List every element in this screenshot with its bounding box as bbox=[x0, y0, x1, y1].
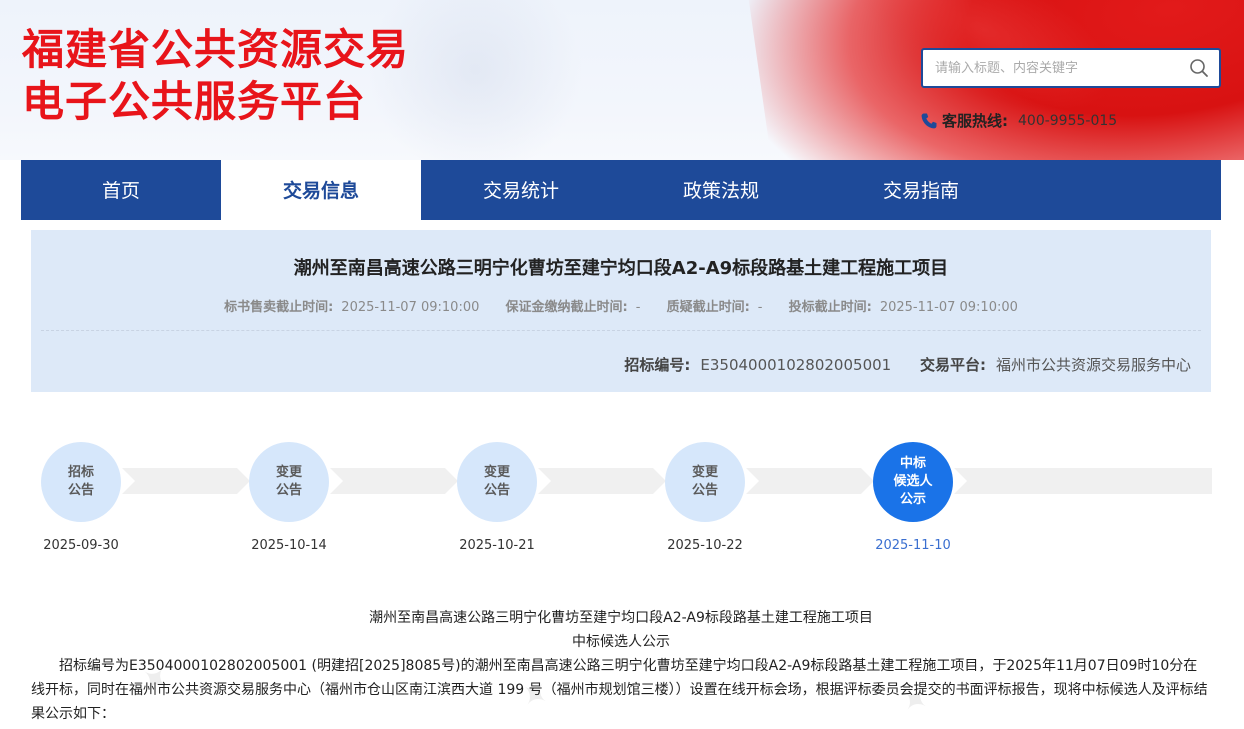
timeline-arrow bbox=[330, 468, 458, 494]
main-nav: 首页 交易信息 交易统计 政策法规 交易指南 bbox=[21, 160, 1221, 220]
site-title-line1: 福建省公共资源交易 bbox=[22, 25, 410, 74]
step-label: 招标 bbox=[67, 465, 94, 480]
nav-trade-info[interactable]: 交易信息 bbox=[221, 160, 421, 220]
site-header: 福建省公共资源交易 电子公共服务平台 客服热线: 400-9955-015 bbox=[0, 0, 1244, 160]
hotline-number: 400-9955-015 bbox=[1018, 112, 1118, 129]
phone-icon bbox=[921, 113, 937, 128]
nav-home[interactable]: 首页 bbox=[21, 160, 221, 220]
step-change-notice-1[interactable]: 变更 公告 bbox=[249, 442, 329, 522]
step-label: 公告 bbox=[691, 483, 718, 498]
announcement-subheading: 中标候选人公示 bbox=[572, 634, 670, 650]
step-label: 中标 bbox=[899, 456, 926, 471]
bid-no-label: 招标编号: bbox=[624, 356, 691, 374]
step-tender-notice[interactable]: 招标 公告 bbox=[41, 442, 121, 522]
step-label: 变更 bbox=[691, 465, 718, 480]
announcement-content: 潮州至南昌高速公路三明宁化曹坊至建宁均口段A2-A9标段路基土建工程施工项目 中… bbox=[31, 606, 1211, 726]
step-date: 2025-09-30 bbox=[43, 538, 119, 553]
search-input[interactable] bbox=[935, 58, 1175, 78]
deadline-row: 标书售卖截止时间: 2025-11-07 09:10:00 保证金缴纳截止时间: -… bbox=[31, 296, 1211, 315]
step-label: 变更 bbox=[275, 465, 302, 480]
deadline-value-deposit: - bbox=[635, 300, 641, 315]
timeline-arrow bbox=[746, 468, 874, 494]
platform-value: 福州市公共资源交易服务中心 bbox=[995, 356, 1191, 374]
timeline-arrow bbox=[538, 468, 666, 494]
step-winning-candidate[interactable]: 中标 候选人 公示 bbox=[873, 442, 953, 522]
step-date: 2025-10-22 bbox=[667, 538, 743, 553]
step-date: 2025-10-21 bbox=[459, 538, 535, 553]
hotline: 客服热线: 400-9955-015 bbox=[920, 110, 1117, 131]
process-timeline: 招标公告 2025-09-30 变更公告 2025-10-14 变更公告 202… bbox=[0, 420, 1244, 570]
nav-trade-stats[interactable]: 交易统计 bbox=[421, 160, 621, 220]
nav-policy[interactable]: 政策法规 bbox=[621, 160, 821, 220]
step-label: 公示 bbox=[899, 492, 926, 507]
step-label: 公告 bbox=[483, 483, 510, 498]
project-meta: 招标编号: E3504000102802005001 交易平台: 福州市公共资源交易… bbox=[624, 354, 1191, 375]
search-icon[interactable] bbox=[1189, 58, 1209, 78]
project-title: 潮州至南昌高速公路三明宁化曹坊至建宁均口段A2-A9标段路基土建工程施工项目 bbox=[293, 258, 949, 279]
announcement-paragraph: 招标编号为E3504000102802005001 (明建招[2025]8085… bbox=[31, 658, 1208, 722]
site-logo-title[interactable]: 福建省公共资源交易 电子公共服务平台 bbox=[22, 24, 409, 128]
project-info-panel: 潮州至南昌高速公路三明宁化曹坊至建宁均口段A2-A9标段路基土建工程施工项目 标… bbox=[31, 230, 1211, 392]
announcement-heading: 潮州至南昌高速公路三明宁化曹坊至建宁均口段A2-A9标段路基土建工程施工项目 bbox=[369, 610, 873, 626]
deadline-label-bid: 投标截止时间: bbox=[788, 300, 872, 315]
step-label: 候选人 bbox=[893, 474, 933, 489]
search-box bbox=[921, 48, 1221, 88]
platform-label: 交易平台: bbox=[919, 356, 986, 374]
deadline-value-query: - bbox=[757, 300, 763, 315]
timeline-arrow bbox=[954, 468, 1212, 494]
step-label: 公告 bbox=[275, 483, 302, 498]
step-change-notice-3[interactable]: 变更 公告 bbox=[665, 442, 745, 522]
step-date: 2025-11-10 bbox=[875, 538, 951, 553]
site-title-line2: 电子公共服务平台 bbox=[22, 77, 367, 126]
deadline-value-sale: 2025-11-07 09:10:00 bbox=[341, 300, 480, 315]
step-date: 2025-10-14 bbox=[251, 538, 327, 553]
deadline-value-bid: 2025-11-07 09:10:00 bbox=[879, 300, 1018, 315]
divider bbox=[41, 330, 1201, 331]
nav-guide[interactable]: 交易指南 bbox=[821, 160, 1021, 220]
timeline-arrow bbox=[122, 468, 250, 494]
step-label: 变更 bbox=[483, 465, 510, 480]
deadline-label-deposit: 保证金缴纳截止时间: bbox=[505, 300, 628, 315]
step-change-notice-2[interactable]: 变更 公告 bbox=[457, 442, 537, 522]
step-label: 公告 bbox=[67, 483, 94, 498]
hotline-label: 客服热线: bbox=[942, 112, 1008, 130]
deadline-label-sale: 标书售卖截止时间: bbox=[224, 300, 334, 315]
deadline-label-query: 质疑截止时间: bbox=[666, 300, 750, 315]
bid-no-value: E3504000102802005001 bbox=[700, 356, 892, 374]
